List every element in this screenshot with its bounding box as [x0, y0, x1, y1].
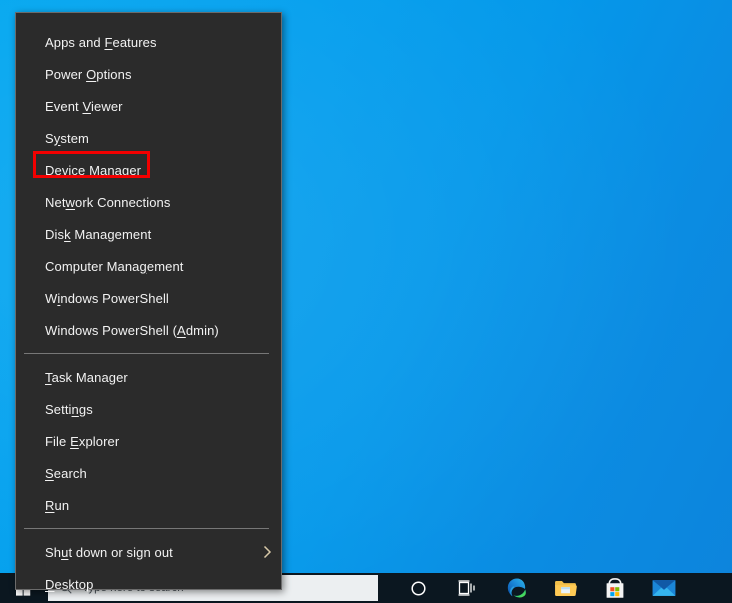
menu-item-windows-powershell[interactable]: Windows PowerShell: [16, 282, 281, 314]
menu-item-label: Device Manager: [45, 163, 141, 178]
menu-item-label: Power Options: [45, 67, 132, 82]
menu-item-label: Event Viewer: [45, 99, 123, 114]
menu-item-power-options[interactable]: Power Options: [16, 58, 281, 90]
menu-item-label: Network Connections: [45, 195, 170, 210]
menu-item-label: Search: [45, 466, 87, 481]
menu-item-network-connections[interactable]: Network Connections: [16, 186, 281, 218]
menu-item-label: Disk Management: [45, 227, 151, 242]
chevron-right-icon: [263, 545, 272, 559]
menu-item-file-explorer[interactable]: File Explorer: [16, 425, 281, 457]
menu-separator: [24, 528, 269, 529]
menu-item-label: Computer Management: [45, 259, 184, 274]
file-explorer-icon[interactable]: [541, 573, 590, 603]
menu-item-event-viewer[interactable]: Event Viewer: [16, 90, 281, 122]
menu-item-task-manager[interactable]: Task Manager: [16, 361, 281, 393]
menu-item-label: Run: [45, 498, 69, 513]
task-view-icon[interactable]: [443, 573, 492, 603]
menu-item-label: System: [45, 131, 89, 146]
menu-separator: [24, 353, 269, 354]
menu-item-search[interactable]: Search: [16, 457, 281, 489]
menu-item-disk-management[interactable]: Disk Management: [16, 218, 281, 250]
taskbar-icon-group: [394, 573, 688, 603]
winx-quick-link-menu[interactable]: Apps and Features Power Options Event Vi…: [15, 12, 282, 590]
menu-item-label: Settings: [45, 402, 93, 417]
desktop: Type here to search: [0, 0, 732, 603]
menu-item-label: Windows PowerShell (Admin): [45, 323, 219, 338]
menu-item-device-manager[interactable]: Device Manager: [16, 154, 281, 186]
microsoft-store-icon[interactable]: [590, 573, 639, 603]
menu-item-label: Shut down or sign out: [45, 545, 173, 560]
menu-item-shut-down-or-sign-out[interactable]: Shut down or sign out: [16, 536, 281, 568]
menu-item-label: File Explorer: [45, 434, 119, 449]
menu-item-system[interactable]: System: [16, 122, 281, 154]
menu-item-windows-powershell-admin[interactable]: Windows PowerShell (Admin): [16, 314, 281, 346]
menu-item-apps-and-features[interactable]: Apps and Features: [16, 26, 281, 58]
menu-item-computer-management[interactable]: Computer Management: [16, 250, 281, 282]
menu-item-desktop[interactable]: Desktop: [16, 568, 281, 600]
menu-item-label: Apps and Features: [45, 35, 157, 50]
menu-item-label: Desktop: [45, 577, 93, 592]
menu-item-settings[interactable]: Settings: [16, 393, 281, 425]
mail-icon[interactable]: [639, 573, 688, 603]
menu-item-run[interactable]: Run: [16, 489, 281, 521]
menu-item-label: Windows PowerShell: [45, 291, 169, 306]
cortana-icon[interactable]: [394, 573, 443, 603]
microsoft-edge-icon[interactable]: [492, 573, 541, 603]
menu-item-label: Task Manager: [45, 370, 128, 385]
